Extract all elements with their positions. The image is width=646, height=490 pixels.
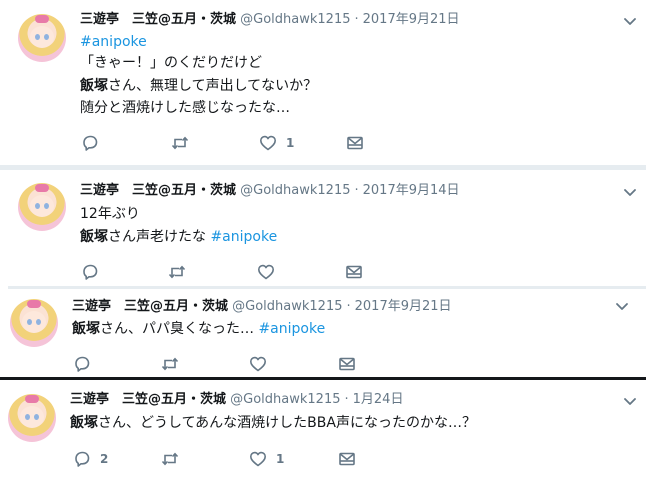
heart-icon <box>258 133 278 153</box>
highlighted-term: 飯塚 <box>80 78 108 94</box>
retweet-icon <box>170 133 190 153</box>
hashtag-link[interactable]: #anipoke <box>258 321 325 337</box>
reply-icon <box>80 262 100 282</box>
tweet-text: さん、どうしてあんな酒焼けしたBBA声になったのかな…？ <box>98 415 476 431</box>
display-name[interactable]: 三遊亭 三笠@五月・茨城 <box>80 12 236 27</box>
tweet-text-line: 「きゃー！」のくだりだけど <box>80 55 262 71</box>
user-handle[interactable]: @Goldhawk1215 <box>240 12 350 27</box>
tweet-text-line: 飯塚さん声老けたな #anipoke <box>80 227 277 248</box>
envelope-icon <box>337 354 357 374</box>
tweet[interactable]: 三遊亭 三笠@五月・茨城 @Goldhawk1215 · 1月24日 飯塚さん、どう… <box>0 380 646 490</box>
highlighted-term: 飯塚 <box>72 321 100 337</box>
envelope-icon <box>345 133 365 153</box>
envelope-icon <box>344 262 364 282</box>
like-button[interactable] <box>256 262 284 282</box>
tweet[interactable]: 三遊亭 三笠@五月・茨城 @Goldhawk1215 · 2017年9月21日 #a… <box>0 0 646 164</box>
tweet-header: 三遊亭 三笠@五月・茨城 @Goldhawk1215 · 2017年9月21日 <box>72 298 452 316</box>
hashtag-link[interactable]: #anipoke <box>210 229 277 245</box>
chevron-down-icon[interactable] <box>622 393 638 409</box>
tweet-date[interactable]: 2017年9月21日 <box>363 12 460 27</box>
avatar[interactable] <box>18 183 66 231</box>
reply-icon <box>72 354 92 374</box>
tweet-header: 三遊亭 三笠@五月・茨城 @Goldhawk1215 · 2017年9月14日 <box>80 182 460 200</box>
heart-icon <box>248 449 268 469</box>
retweet-button[interactable] <box>170 133 198 153</box>
tweet[interactable]: 三遊亭 三笠@五月・茨城 @Goldhawk1215 · 2017年9月14日 12… <box>0 170 646 286</box>
like-count: 1 <box>286 136 295 150</box>
highlighted-term: 飯塚 <box>80 229 108 245</box>
retweet-icon <box>160 449 180 469</box>
display-name[interactable]: 三遊亭 三笠@五月・茨城 <box>72 299 228 314</box>
avatar[interactable] <box>18 14 66 62</box>
reply-icon <box>80 133 100 153</box>
direct-message-button[interactable] <box>337 449 357 469</box>
tweet-text-line: 飯塚さん、どうしてあんな酒焼けしたBBA声になったのかな…？ <box>70 413 476 434</box>
avatar[interactable] <box>8 394 56 442</box>
like-button[interactable]: 1 <box>258 133 294 153</box>
display-name[interactable]: 三遊亭 三笠@五月・茨城 <box>70 392 226 407</box>
display-name[interactable]: 三遊亭 三笠@五月・茨城 <box>80 183 236 198</box>
envelope-icon <box>337 449 357 469</box>
user-handle[interactable]: @Goldhawk1215 <box>232 299 342 314</box>
separator-dot: · <box>354 12 359 27</box>
user-handle[interactable]: @Goldhawk1215 <box>240 183 350 198</box>
hashtag-link[interactable]: #anipoke <box>80 34 147 50</box>
tweet-text-line: #anipoke <box>80 32 147 53</box>
retweet-button[interactable] <box>160 354 188 374</box>
tweet-text-line: 飯塚さん、無理して声出してないか？ <box>80 76 317 97</box>
direct-message-button[interactable] <box>337 354 357 374</box>
like-button[interactable] <box>248 354 276 374</box>
tweet-text-line: 随分と酒焼けした感じなったな… <box>80 100 290 116</box>
retweet-icon <box>160 354 180 374</box>
tweet-date[interactable]: 2017年9月21日 <box>355 299 452 314</box>
direct-message-button[interactable] <box>345 133 365 153</box>
heart-icon <box>256 262 276 282</box>
separator-dot: · <box>344 392 349 407</box>
reply-button[interactable] <box>80 133 108 153</box>
reply-button[interactable]: 2 <box>72 449 108 469</box>
user-handle[interactable]: @Goldhawk1215 <box>230 392 340 407</box>
highlighted-term: 飯塚 <box>70 415 98 431</box>
separator-dot: · <box>354 183 359 198</box>
reply-button[interactable] <box>80 262 108 282</box>
chevron-down-icon[interactable] <box>622 13 638 29</box>
tweet-text: さん、パパ臭くなった… <box>100 321 254 337</box>
tweet-text: さん声老けたな <box>108 229 206 245</box>
reply-button[interactable] <box>72 354 100 374</box>
heart-icon <box>248 354 268 374</box>
tweet-text: さん、無理して声出してないか？ <box>108 78 318 94</box>
retweet-button[interactable] <box>160 449 188 469</box>
like-button[interactable]: 1 <box>248 449 284 469</box>
avatar[interactable] <box>10 299 58 347</box>
retweet-button[interactable] <box>167 262 195 282</box>
tweet-header: 三遊亭 三笠@五月・茨城 @Goldhawk1215 · 1月24日 <box>70 391 403 409</box>
tweet-header: 三遊亭 三笠@五月・茨城 @Goldhawk1215 · 2017年9月21日 <box>80 11 460 29</box>
reply-icon <box>72 449 92 469</box>
tweet-text-line: 飯塚さん、パパ臭くなった… #anipoke <box>72 319 325 340</box>
tweet-text-line: 12年ぶり <box>80 206 140 222</box>
tweet-date[interactable]: 2017年9月14日 <box>363 183 460 198</box>
direct-message-button[interactable] <box>344 262 364 282</box>
chevron-down-icon[interactable] <box>622 184 638 200</box>
tweet-date[interactable]: 1月24日 <box>353 392 404 407</box>
tweet[interactable]: 三遊亭 三笠@五月・茨城 @Goldhawk1215 · 2017年9月21日 飯塚… <box>0 289 646 377</box>
retweet-icon <box>167 262 187 282</box>
chevron-down-icon[interactable] <box>614 298 630 314</box>
reply-count: 2 <box>100 452 109 466</box>
separator-dot: · <box>346 299 351 314</box>
like-count: 1 <box>276 452 285 466</box>
